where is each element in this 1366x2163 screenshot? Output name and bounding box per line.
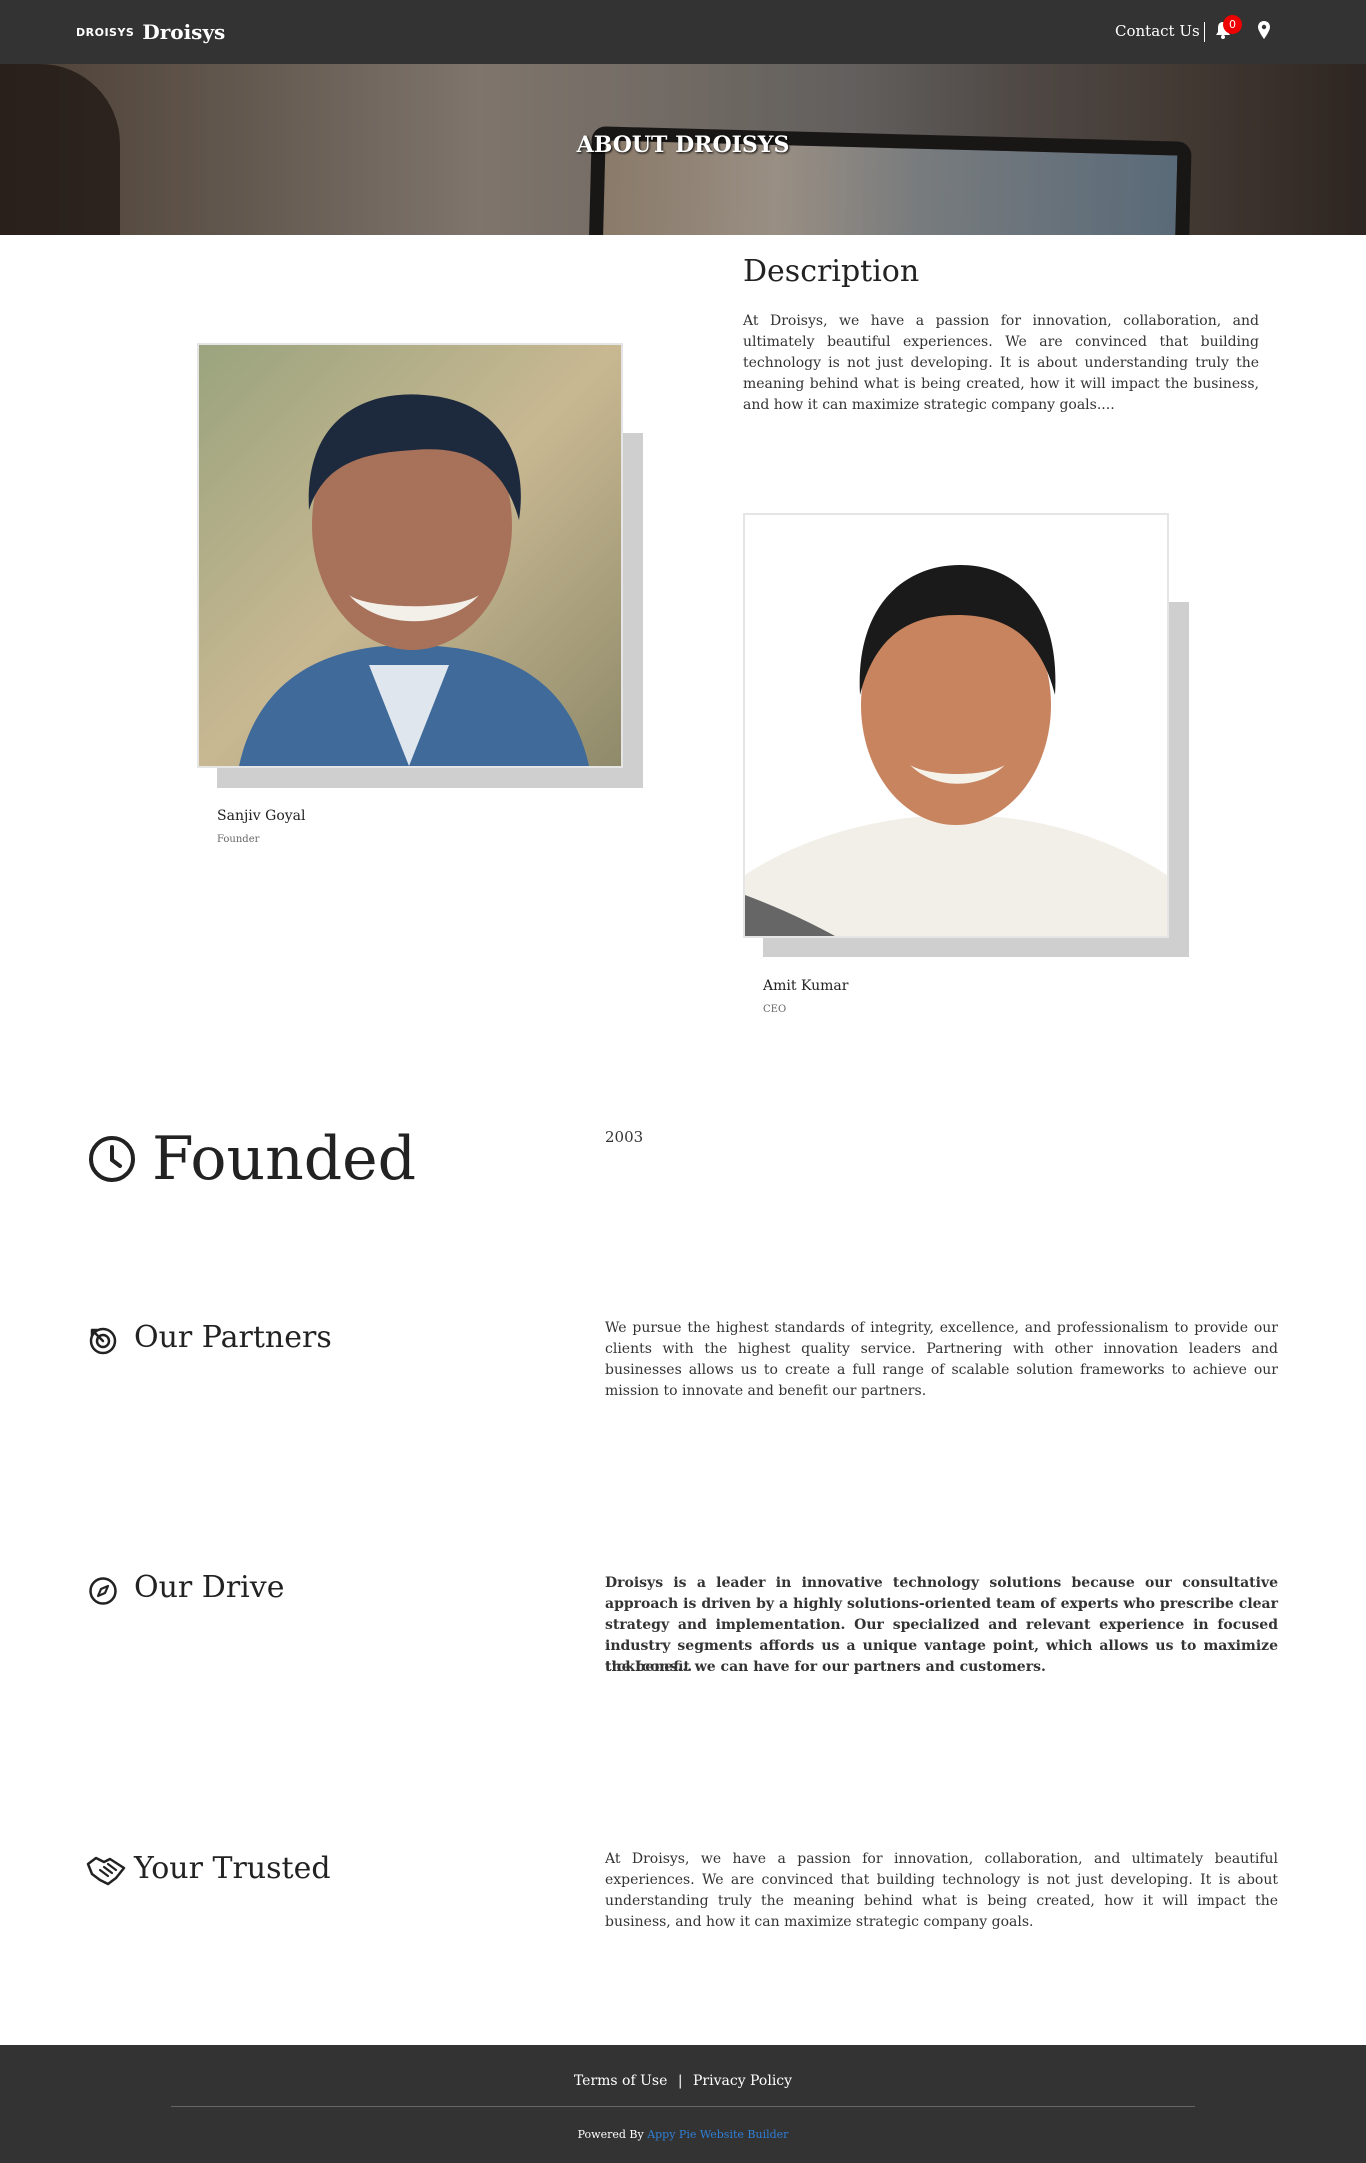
footer: Terms of Use | Privacy Policy Powered By… bbox=[0, 2045, 1366, 2163]
nav-divider bbox=[1204, 22, 1205, 42]
powered-by: Powered By Appy Pie Website Builder bbox=[0, 2128, 1366, 2141]
terms-of-use-link[interactable]: Terms of Use bbox=[574, 2073, 667, 2089]
description-text: At Droisys, we have a passion for innova… bbox=[743, 313, 1259, 413]
founded-value: 2003 bbox=[605, 1128, 644, 1146]
top-nav-bar: DROISYS Droisys Contact Us 0 bbox=[0, 0, 1366, 64]
person-role: Founder bbox=[217, 834, 260, 845]
person-role: CEO bbox=[763, 1004, 787, 1015]
compass-icon bbox=[89, 1577, 117, 1605]
trusted-title: Your Trusted bbox=[134, 1851, 331, 1886]
description-title: Description bbox=[743, 254, 920, 289]
powered-by-label: Powered By bbox=[577, 2128, 644, 2141]
partners-text: We pursue the highest standards of integ… bbox=[605, 1320, 1278, 1399]
logo-name: Droisys bbox=[142, 20, 226, 44]
target-icon bbox=[89, 1327, 117, 1355]
partners-title: Our Partners bbox=[134, 1320, 332, 1355]
amit-kumar-photo bbox=[743, 513, 1169, 938]
notification-badge: 0 bbox=[1223, 15, 1242, 34]
page-title: ABOUT DROISYS bbox=[576, 132, 790, 158]
person-name: Amit Kumar bbox=[763, 978, 849, 994]
footer-divider bbox=[171, 2106, 1195, 2107]
map-pin-icon[interactable] bbox=[1257, 20, 1271, 40]
person-name: Sanjiv Goyal bbox=[217, 808, 306, 824]
handshake-icon bbox=[86, 1856, 126, 1886]
drive-title: Our Drive bbox=[134, 1570, 285, 1605]
clock-icon bbox=[89, 1136, 135, 1182]
founded-title: Founded bbox=[152, 1124, 417, 1194]
contact-us-link[interactable]: Contact Us bbox=[1115, 22, 1200, 40]
footer-separator: | bbox=[677, 2073, 683, 2089]
drive-text-more: tickIcons... bbox=[605, 1659, 693, 1675]
appy-pie-link[interactable]: Appy Pie Website Builder bbox=[647, 2128, 788, 2141]
privacy-policy-link[interactable]: Privacy Policy bbox=[693, 2073, 792, 2089]
hero-banner: ABOUT DROISYS bbox=[0, 64, 1366, 235]
trusted-text: At Droisys, we have a passion for innova… bbox=[605, 1851, 1278, 1930]
footer-links: Terms of Use | Privacy Policy bbox=[0, 2073, 1366, 2089]
logo[interactable]: DROISYS Droisys bbox=[76, 20, 225, 44]
logo-mark: DROISYS bbox=[76, 25, 135, 39]
sanjiv-goyal-photo bbox=[197, 343, 623, 768]
